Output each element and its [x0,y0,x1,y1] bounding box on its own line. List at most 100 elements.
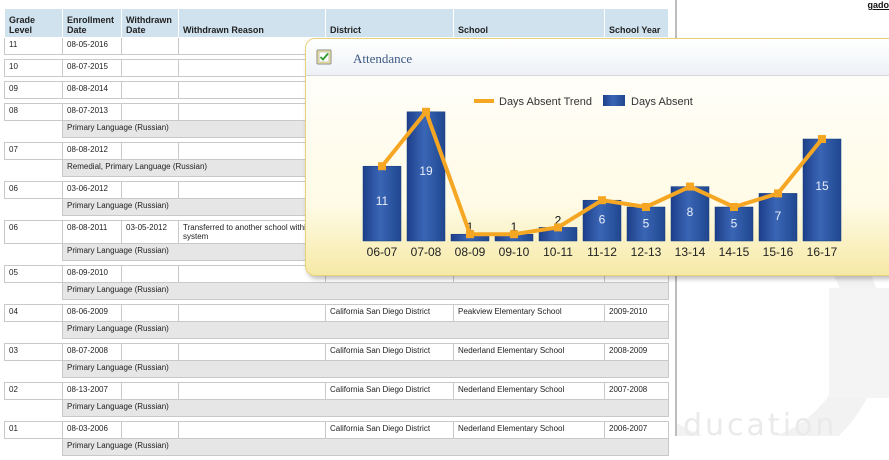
cell-withdrawn-date [122,266,179,283]
cell-program-note: Primary Language (Russian) [63,361,669,378]
cell-enrollment-date: 08-07-2008 [63,344,122,361]
cell-grade-level: 07 [5,143,63,160]
x-tick-label: 11-12 [587,245,617,259]
note-spacer [5,439,63,456]
x-tick-label: 06-07 [367,245,398,259]
cell-enrollment-date: 08-08-2012 [63,143,122,160]
cell-withdrawn-reason [179,60,326,77]
watermark-block [829,288,889,398]
cell-withdrawn-reason [179,344,326,361]
col-header-school[interactable]: School [454,9,605,38]
top-right-link[interactable]: gado [868,0,889,10]
x-tick-label: 07-08 [411,245,442,259]
cell-withdrawn-date [122,383,179,400]
cell-grade-level: 03 [5,344,63,361]
cell-withdrawn-date [122,182,179,199]
table-row: 0408-06-2009California San Diego Distric… [5,305,669,322]
x-tick-label: 10-11 [543,245,573,259]
trend-point [510,230,518,238]
cell-withdrawn-reason [179,305,326,322]
trend-point [378,162,386,170]
cell-program-note: Primary Language (Russian) [63,322,669,339]
x-tick-label: 12-13 [631,245,662,259]
attendance-panel-header: Attendance [306,39,889,76]
table-row: 0208-13-2007 California San Diego Distric… [5,383,669,400]
x-tick-label: 13-14 [675,245,706,259]
bar-value-label: 15 [815,179,829,193]
cell-grade-level: 11 [5,38,63,55]
bar-value-label: 19 [419,164,433,178]
note-spacer [5,244,63,261]
x-tick-label: 15-16 [763,245,794,259]
cell-school-year: 2008-2009 [605,344,669,361]
table-header-row: Grade Level Enrollment Date Withdrawn Da… [5,9,669,38]
cell-grade-level: 06 [5,182,63,199]
trend-point [554,223,562,231]
x-tick-label: 16-17 [807,245,838,259]
cell-school-year: 2009-2010 [605,305,669,322]
trend-point [730,203,738,211]
col-header-school-year[interactable]: School Year [605,9,669,38]
note-spacer [5,361,63,378]
col-header-district[interactable]: District [326,9,454,38]
x-tick-label: 09-10 [499,245,530,259]
trend-point [686,183,694,191]
bar-value-label: 5 [731,216,738,230]
legend-label-trend: Days Absent Trend [499,96,592,108]
cell-grade-level: 05 [5,266,63,283]
x-tick-label: 08-09 [455,245,486,259]
attendance-panel-title: Attendance [353,51,412,67]
cell-withdrawn-reason [179,38,326,55]
cell-school: Nederland Elementary School [454,344,605,361]
cell-school: Nederland Elementary School [454,383,605,400]
cell-enrollment-date: 08-08-2011 [63,221,122,244]
cell-enrollment-date: 08-05-2016 [63,38,122,55]
cell-grade-level: 02 [5,383,63,400]
bar-value-label: 7 [775,209,782,223]
cell-district: California San Diego District [326,344,454,361]
cell-grade-level: 08 [5,104,63,121]
cell-enrollment-date: 08-06-2009 [63,305,122,322]
cell-withdrawn-reason [179,182,326,199]
col-header-withdrawn-date[interactable]: Withdrawn Date [122,9,179,38]
cell-withdrawn-date [122,38,179,55]
cell-program-note: Primary Language (Russian) [63,400,669,417]
trend-point [466,230,474,238]
cell-withdrawn-date: 03-05-2012 [122,221,179,244]
table-row-note: Primary Language (Russian) [5,400,669,417]
cell-withdrawn-date [122,60,179,77]
trend-point [818,135,826,143]
bar-value-label: 11 [376,194,389,208]
cell-district: California San Diego District [326,383,454,400]
col-header-withdrawn-reason[interactable]: Withdrawn Reason [179,9,326,38]
bar-value-label: 6 [599,213,606,227]
cell-withdrawn-reason [179,383,326,400]
cell-withdrawn-date [122,305,179,322]
attendance-chart: Days Absent TrendDays Absent111911265857… [306,75,889,275]
table-row: 0308-07-2008 California San Diego Distric… [5,344,669,361]
note-spacer [5,400,63,417]
table-row-note: Primary Language (Russian) [5,439,669,456]
cell-withdrawn-date [122,104,179,121]
clipboard-check-icon [316,49,332,65]
row-spacer [5,456,669,460]
col-header-enrollment-date[interactable]: Enrollment Date [63,9,122,38]
cell-grade-level: 04 [5,305,63,322]
cell-withdrawn-date [122,344,179,361]
cell-withdrawn-date [122,82,179,99]
table-row-note: Primary Language (Russian) [5,322,669,339]
cell-program-note: Primary Language (Russian) [63,439,669,456]
trend-point [774,189,782,197]
cell-enrollment-date: 08-13-2007 [63,383,122,400]
col-header-grade-level[interactable]: Grade Level [5,9,63,38]
cell-program-note: Primary Language (Russian) [63,283,669,300]
page: ducation gado Grade Level Enrollment Dat… [0,0,889,436]
trend-point [422,108,430,116]
table-row-note: Primary Language (Russian) [5,361,669,378]
note-spacer [5,121,63,138]
watermark-text: ducation [683,408,837,436]
cell-withdrawn-reason [179,266,326,283]
trend-point [642,203,650,211]
attendance-panel: Attendance Days Absent TrendDays Absent1… [305,38,889,276]
cell-grade-level: 06 [5,221,63,244]
